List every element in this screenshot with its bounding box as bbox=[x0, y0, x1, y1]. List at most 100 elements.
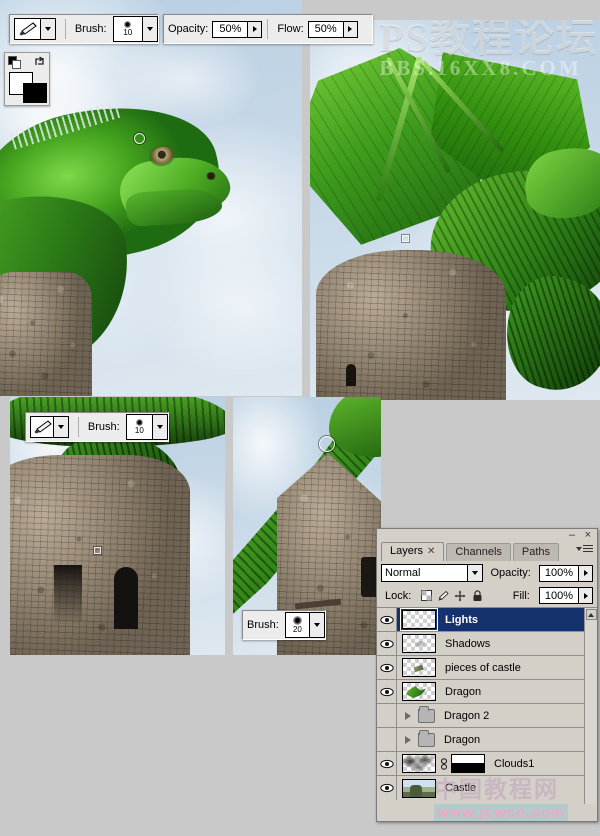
fill-field[interactable]: 100% bbox=[538, 587, 593, 604]
layer-name[interactable]: Castle bbox=[445, 782, 476, 794]
layer-name[interactable]: Clouds1 bbox=[494, 758, 534, 770]
minimize-icon[interactable]: – bbox=[569, 530, 575, 541]
layer-row-lights[interactable]: Lights bbox=[377, 608, 597, 632]
layer-row-dragon[interactable]: Dragon bbox=[377, 680, 597, 704]
layer-opacity-value[interactable]: 100% bbox=[540, 567, 578, 579]
brush-size-value: 20 bbox=[292, 625, 302, 634]
visibility-toggle[interactable] bbox=[377, 608, 397, 631]
brush-dropdown-arrow[interactable] bbox=[309, 613, 324, 637]
brush-preset-picker[interactable]: 20 bbox=[284, 612, 325, 638]
lock-position-icon[interactable] bbox=[454, 590, 466, 602]
layer-mask-thumbnail[interactable] bbox=[451, 754, 485, 773]
layer-name[interactable]: Shadows bbox=[445, 638, 490, 650]
tool-preset-dropdown-arrow[interactable] bbox=[39, 19, 55, 39]
brush-options-toolbar-center[interactable]: Brush: 20 bbox=[242, 610, 326, 640]
layer-thumbnail[interactable] bbox=[402, 658, 436, 677]
layer-name[interactable]: Dragon bbox=[445, 686, 481, 698]
layer-row-castle[interactable]: Castle bbox=[377, 776, 597, 800]
brush-preview: 10 bbox=[127, 419, 152, 435]
layer-thumbnail[interactable] bbox=[402, 778, 436, 798]
background-color-swatch[interactable] bbox=[23, 83, 47, 103]
tab-paths[interactable]: Paths bbox=[512, 543, 560, 561]
tower-window bbox=[346, 364, 356, 386]
blend-mode-select[interactable]: Normal bbox=[381, 564, 483, 582]
layer-thumbnail[interactable] bbox=[402, 754, 436, 773]
opacity-value[interactable]: 50% bbox=[213, 23, 247, 35]
toolbar-divider bbox=[78, 417, 79, 437]
brush-options-toolbar-top[interactable]: Brush: 10 bbox=[9, 14, 159, 44]
brush-options-toolbar-left[interactable]: Brush: 10 bbox=[25, 412, 169, 442]
opacity-flow-toolbar[interactable]: Opacity: 50% Flow: 50% bbox=[163, 14, 373, 44]
visibility-toggle[interactable] bbox=[377, 656, 397, 679]
tab-layers[interactable]: Layers ✕ bbox=[381, 542, 445, 561]
toolbar-divider bbox=[64, 19, 66, 39]
layer-row-clouds1[interactable]: Clouds1 bbox=[377, 752, 597, 776]
flow-slider-arrow[interactable] bbox=[342, 21, 357, 37]
eye-icon bbox=[379, 639, 394, 648]
visibility-toggle[interactable] bbox=[377, 752, 397, 775]
layers-palette[interactable]: – × Layers ✕ Channels Paths Normal Opaci… bbox=[376, 528, 598, 822]
layer-thumbnail[interactable] bbox=[402, 682, 436, 701]
palette-tabs[interactable]: Layers ✕ Channels Paths bbox=[377, 542, 597, 561]
brush-size-value: 10 bbox=[123, 28, 133, 37]
blend-mode-row[interactable]: Normal Opacity: 100% bbox=[377, 561, 597, 585]
layer-row-shadows[interactable]: Shadows bbox=[377, 632, 597, 656]
tool-preset-picker[interactable] bbox=[30, 416, 70, 438]
chevron-down-icon[interactable] bbox=[466, 565, 482, 581]
dragon-nostril bbox=[206, 172, 216, 180]
layer-name[interactable]: Lights bbox=[445, 614, 478, 626]
visibility-toggle[interactable] bbox=[377, 728, 397, 751]
canvas-top-right[interactable]: PS教程论坛 BBS.16XX8.COM bbox=[310, 20, 600, 400]
eye-icon bbox=[379, 783, 394, 793]
chevron-right-icon[interactable] bbox=[405, 735, 411, 744]
layer-list[interactable]: Lights Shadows pieces of castle Dragon D… bbox=[377, 608, 597, 804]
layer-opacity-field[interactable]: 100% bbox=[538, 564, 593, 582]
brush-preset-picker[interactable]: 10 bbox=[112, 16, 159, 42]
layer-name[interactable]: pieces of castle bbox=[445, 662, 521, 674]
fill-slider-arrow[interactable] bbox=[578, 588, 592, 603]
flow-field[interactable]: 50% bbox=[307, 20, 358, 38]
layer-thumbnail[interactable] bbox=[402, 634, 436, 653]
brush-preset-picker[interactable]: 10 bbox=[125, 414, 169, 440]
tab-close-icon[interactable]: ✕ bbox=[427, 546, 435, 557]
color-swatch-box[interactable] bbox=[4, 52, 50, 106]
visibility-toggle[interactable] bbox=[377, 776, 397, 800]
opacity-field[interactable]: 50% bbox=[212, 20, 263, 38]
lock-row[interactable]: Lock: Fill: 100% bbox=[377, 585, 597, 608]
layer-group-row-dragon[interactable]: Dragon bbox=[377, 728, 597, 752]
brush-preview: 10 bbox=[114, 21, 142, 37]
layer-name[interactable]: Dragon bbox=[444, 734, 480, 746]
lock-all-icon[interactable] bbox=[471, 589, 483, 602]
flow-value[interactable]: 50% bbox=[309, 23, 343, 35]
tool-preset-picker[interactable] bbox=[14, 18, 56, 40]
visibility-toggle[interactable] bbox=[377, 704, 397, 727]
tab-channels[interactable]: Channels bbox=[446, 543, 511, 561]
panel-menu-icon[interactable] bbox=[576, 545, 593, 552]
tool-preset-dropdown-arrow[interactable] bbox=[53, 417, 69, 437]
round-brush-cursor bbox=[319, 436, 335, 452]
swap-colors-icon[interactable] bbox=[33, 55, 46, 73]
lock-image-icon[interactable] bbox=[437, 590, 449, 602]
fill-value[interactable]: 100% bbox=[540, 590, 578, 602]
layer-group-row-dragon-2[interactable]: Dragon 2 bbox=[377, 704, 597, 728]
layer-list-scrollbar[interactable] bbox=[584, 608, 597, 804]
brush-dropdown-arrow[interactable] bbox=[152, 415, 168, 439]
lock-transparency-icon[interactable] bbox=[420, 590, 432, 602]
layer-thumbnail[interactable] bbox=[400, 608, 438, 631]
opacity-slider-arrow[interactable] bbox=[247, 21, 262, 37]
layer-name[interactable]: Dragon 2 bbox=[444, 710, 489, 722]
link-icon[interactable] bbox=[439, 757, 448, 771]
palette-titlebar: – × bbox=[377, 529, 597, 542]
brush-dropdown-arrow[interactable] bbox=[142, 17, 158, 41]
visibility-toggle[interactable] bbox=[377, 680, 397, 703]
layer-row-pieces-of-castle[interactable]: pieces of castle bbox=[377, 656, 597, 680]
folder-icon bbox=[418, 729, 435, 747]
brush-preview: 20 bbox=[286, 616, 309, 634]
layer-opacity-slider-arrow[interactable] bbox=[578, 565, 592, 581]
default-colors-icon[interactable] bbox=[8, 56, 21, 69]
blend-mode-value: Normal bbox=[385, 567, 421, 579]
close-icon[interactable]: × bbox=[585, 530, 591, 541]
scroll-up-button[interactable] bbox=[585, 609, 597, 620]
visibility-toggle[interactable] bbox=[377, 632, 397, 655]
chevron-right-icon[interactable] bbox=[405, 711, 411, 720]
